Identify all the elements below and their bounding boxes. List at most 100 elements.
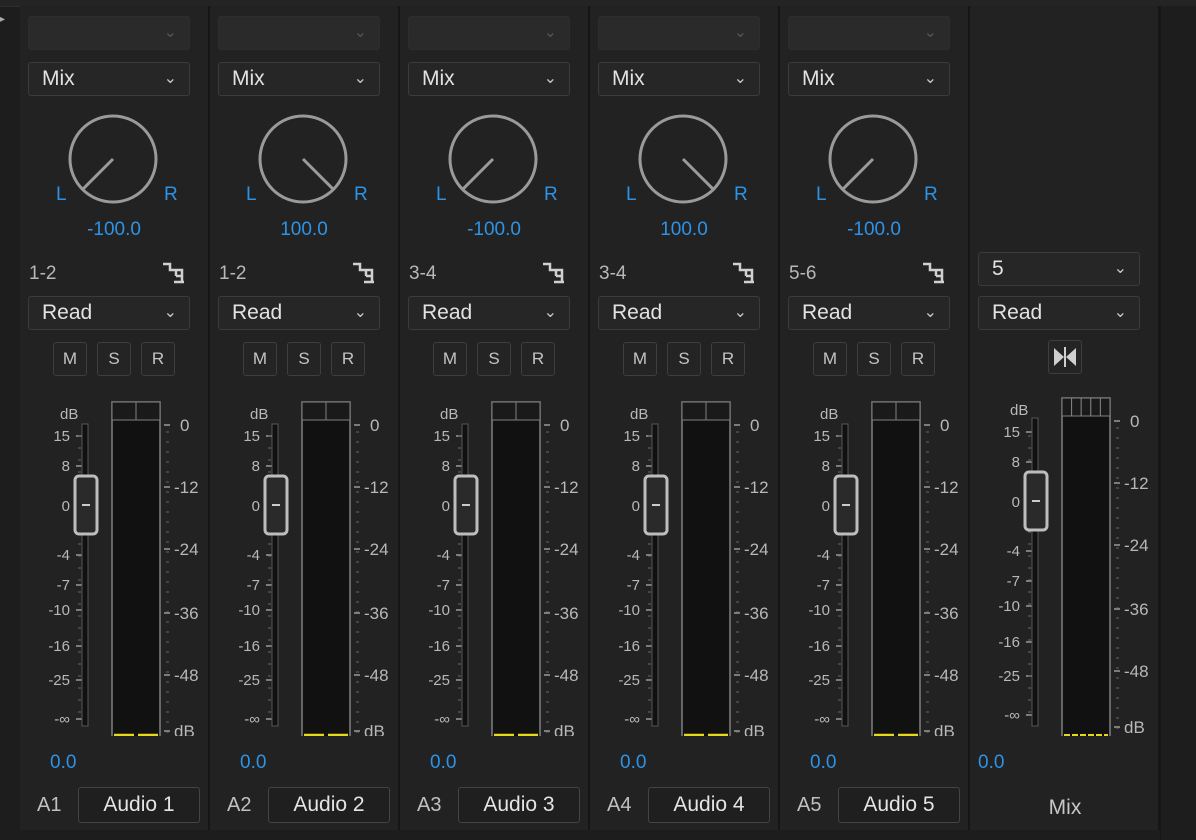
- peak-indicator-left[interactable]: [491, 401, 517, 421]
- routing-icon[interactable]: [542, 260, 566, 284]
- pan-left-label: L: [56, 184, 67, 205]
- peak-indicator-right[interactable]: [705, 401, 731, 421]
- pan-knob[interactable]: [828, 114, 918, 204]
- routing-icon[interactable]: [732, 260, 756, 284]
- mute-button[interactable]: M: [813, 342, 847, 376]
- pan-value[interactable]: -100.0: [20, 219, 208, 241]
- gain-value[interactable]: 0.0: [810, 752, 836, 774]
- mix-mode-dropdown[interactable]: Mix ⌄: [408, 62, 570, 96]
- routing-icon[interactable]: [162, 260, 186, 284]
- mix-mode-dropdown[interactable]: Mix ⌄: [218, 62, 380, 96]
- record-button[interactable]: R: [901, 342, 935, 376]
- peak-indicator[interactable]: [1061, 397, 1073, 417]
- meter-scale-label: -36: [934, 604, 959, 623]
- routing-icon[interactable]: [352, 260, 376, 284]
- effect-slot-dropdown[interactable]: ⌄: [788, 16, 950, 50]
- fader-scale-label: -25: [428, 672, 450, 689]
- peak-indicator-left[interactable]: [301, 401, 327, 421]
- peak-indicator-left[interactable]: [681, 401, 707, 421]
- fader-scale-label: -7: [627, 577, 640, 594]
- meter-scale-label: -48: [364, 666, 389, 685]
- peak-indicator[interactable]: [1090, 397, 1101, 417]
- pan-knob-pointer: [461, 157, 495, 191]
- meter-scale-label: dB: [934, 722, 955, 736]
- collapse-arrow-icon[interactable]: ▸: [0, 14, 5, 25]
- fader-scale-label: -16: [48, 638, 70, 655]
- record-button[interactable]: R: [521, 342, 555, 376]
- master-gain-value[interactable]: 0.0: [978, 752, 1004, 774]
- effect-slot-dropdown[interactable]: ⌄: [28, 16, 190, 50]
- mute-button[interactable]: M: [53, 342, 87, 376]
- track-name-field[interactable]: Audio 1: [78, 787, 200, 823]
- mix-mode-dropdown[interactable]: Mix ⌄: [598, 62, 760, 96]
- automation-mode-dropdown[interactable]: Read ⌄: [598, 296, 760, 330]
- peak-indicator-left[interactable]: [871, 401, 897, 421]
- peak-indicator-right[interactable]: [895, 401, 921, 421]
- solo-button[interactable]: S: [97, 342, 131, 376]
- gain-value[interactable]: 0.0: [430, 752, 456, 774]
- gain-value[interactable]: 0.0: [50, 752, 76, 774]
- routing-icon[interactable]: [922, 260, 946, 284]
- fader-scale-label: -∞: [244, 711, 260, 728]
- pan-knob[interactable]: [258, 114, 348, 204]
- pan-value[interactable]: -100.0: [400, 219, 588, 241]
- mute-button[interactable]: M: [433, 342, 467, 376]
- mix-mode-dropdown[interactable]: Mix ⌄: [788, 62, 950, 96]
- record-button[interactable]: R: [331, 342, 365, 376]
- gain-value[interactable]: 0.0: [620, 752, 646, 774]
- record-button[interactable]: R: [141, 342, 175, 376]
- chevron-down-icon: ⌄: [923, 70, 937, 87]
- meter-bar: [871, 401, 921, 736]
- automation-mode-dropdown[interactable]: Read ⌄: [218, 296, 380, 330]
- mute-button[interactable]: M: [623, 342, 657, 376]
- track-name-field[interactable]: Audio 4: [648, 787, 770, 823]
- master-automation-dropdown[interactable]: Read ⌄: [978, 296, 1140, 330]
- effect-slot-dropdown[interactable]: ⌄: [218, 16, 380, 50]
- bypass-button[interactable]: [1048, 340, 1082, 374]
- meter-scale-label: 0: [560, 416, 569, 435]
- pan-knob[interactable]: [448, 114, 538, 204]
- meter-bar: [681, 401, 731, 736]
- peak-indicator[interactable]: [1080, 397, 1092, 417]
- meter-scale-label: -48: [934, 666, 959, 685]
- meter-scale-label: dB: [364, 722, 385, 736]
- pan-value[interactable]: 100.0: [590, 219, 778, 241]
- pan-value[interactable]: -100.0: [780, 219, 968, 241]
- track-name-field[interactable]: Audio 5: [838, 787, 960, 823]
- meter-scale-label: -48: [554, 666, 579, 685]
- gain-value[interactable]: 0.0: [240, 752, 266, 774]
- fader-scale-label: -∞: [814, 711, 830, 728]
- automation-mode-dropdown[interactable]: Read ⌄: [408, 296, 570, 330]
- solo-button[interactable]: S: [287, 342, 321, 376]
- automation-mode-dropdown[interactable]: Read ⌄: [28, 296, 190, 330]
- meter-scale-label: -12: [744, 478, 769, 497]
- pan-left-label: L: [626, 184, 637, 205]
- fader-scale-label: 0: [252, 498, 260, 515]
- peak-indicator-right[interactable]: [135, 401, 161, 421]
- pan-right-label: R: [924, 184, 938, 205]
- record-button[interactable]: R: [711, 342, 745, 376]
- fader-scale-label: -25: [618, 672, 640, 689]
- mix-mode-dropdown[interactable]: Mix ⌄: [28, 62, 190, 96]
- effect-slot-dropdown[interactable]: ⌄: [598, 16, 760, 50]
- solo-button[interactable]: S: [667, 342, 701, 376]
- solo-button[interactable]: S: [477, 342, 511, 376]
- pan-knob[interactable]: [68, 114, 158, 204]
- channel-count-dropdown[interactable]: 5 ⌄: [978, 252, 1140, 286]
- track-name-field[interactable]: Audio 2: [268, 787, 390, 823]
- peak-indicator[interactable]: [1071, 397, 1082, 417]
- mute-button[interactable]: M: [243, 342, 277, 376]
- pan-value[interactable]: 100.0: [210, 219, 398, 241]
- fader-scale-label: -25: [238, 672, 260, 689]
- fader-track: [461, 423, 469, 727]
- track-name-field[interactable]: Audio 3: [458, 787, 580, 823]
- solo-button[interactable]: S: [857, 342, 891, 376]
- effect-slot-dropdown[interactable]: ⌄: [408, 16, 570, 50]
- automation-mode-dropdown[interactable]: Read ⌄: [788, 296, 950, 330]
- fader-scale-label: 8: [632, 458, 640, 475]
- peak-indicator-right[interactable]: [515, 401, 541, 421]
- peak-indicator[interactable]: [1099, 397, 1111, 417]
- pan-knob[interactable]: [638, 114, 728, 204]
- peak-indicator-left[interactable]: [111, 401, 137, 421]
- peak-indicator-right[interactable]: [325, 401, 351, 421]
